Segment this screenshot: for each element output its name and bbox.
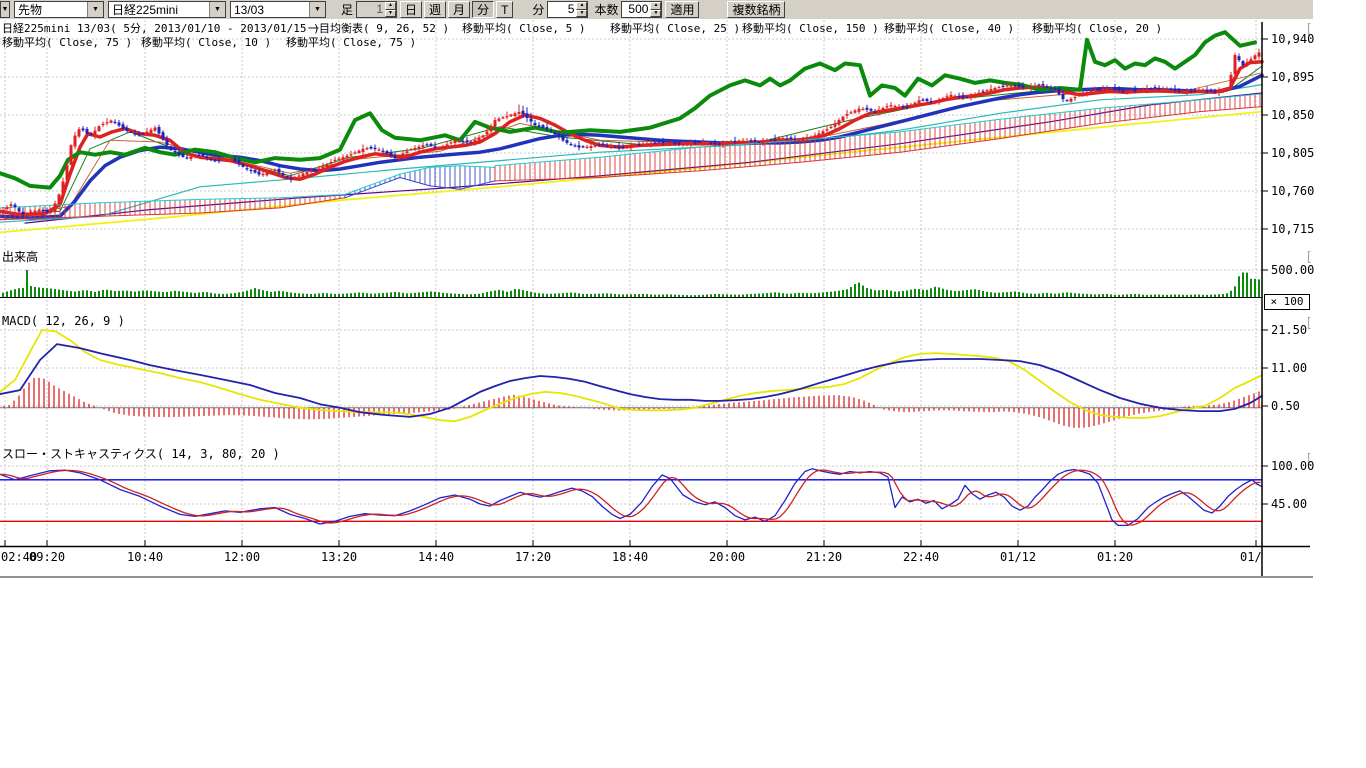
stochastics-pane [0,469,1262,526]
price-axis-tick-label: 10,805 [1271,147,1314,160]
legend-item: 日経225mini 13/03( 5分, 2013/01/10 - 2013/0… [2,22,320,35]
legend-item: 一目均衡表( 9, 26, 52 ) [308,22,449,35]
time-axis-tick-label: 17:20 [515,550,551,564]
macd-axis-tick-label: 11.00 [1271,362,1307,375]
volume-axis-tick-label: 500.00 [1271,264,1314,277]
ichimoku-cloud [0,94,1262,220]
price-axis-tick-label: 10,895 [1271,71,1314,84]
chart-application-window: ▼ 先物 ▼ 日経225mini ▼ 13/03 ▼ 足 1 ▲▼ 日週月分T … [0,0,1366,768]
legend-item: 移動平均( Close, 150 ) [742,22,879,35]
time-axis-tick-label: 21:20 [806,550,842,564]
macd-pane [0,330,1262,428]
macd-axis-tick-label: 21.50 [1271,324,1307,337]
time-axis-tick-label: 01/12 [1000,550,1036,564]
time-axis-tick-label: 20:00 [709,550,745,564]
legend-item: 移動平均( Close, 10 ) [141,36,271,49]
chart-canvas[interactable] [0,0,1366,585]
macd-pane-label: MACD( 12, 26, 9 ) [2,315,125,328]
time-axis-tick-label: 14:40 [418,550,454,564]
price-axis-tick-label: 10,760 [1271,185,1314,198]
macd-axis-tick-label: 0.50 [1271,400,1300,413]
time-axis-tick-label: 10:40 [127,550,163,564]
price-pane [0,32,1262,232]
legend-item: 移動平均( Close, 20 ) [1032,22,1162,35]
time-axis-tick-label: 01/15 [1240,550,1262,564]
legend-item: 移動平均( Close, 75 ) [2,36,132,49]
time-axis-tick-label: 18:40 [612,550,648,564]
axes-frame [0,22,1313,577]
stoch-axis-tick-label: 100.00 [1271,460,1314,473]
legend-item: 移動平均( Close, 25 ) [610,22,740,35]
price-axis-tick-label: 10,715 [1271,223,1314,236]
stoch-axis-tick-label: 45.00 [1271,498,1307,511]
time-axis-tick-label: 22:40 [903,550,939,564]
time-axis-tick-label: 01:20 [1097,550,1133,564]
legend-item: 移動平均( Close, 75 ) [286,36,416,49]
gridlines [0,20,1262,543]
time-axis-tick-label: 12:00 [224,550,260,564]
volume-pane [0,270,1262,298]
candlestick-series [2,49,1261,218]
volume-multiplier-badge: × 100 [1264,294,1310,310]
volume-pane-label: 出来高 [2,251,38,264]
price-axis-tick-label: 10,940 [1271,33,1314,46]
price-axis-tick-label: 10,850 [1271,109,1314,122]
time-axis-tick-label: 13:20 [321,550,357,564]
time-axis-tick-label: 09:20 [29,550,65,564]
legend-item: 移動平均( Close, 5 ) [462,22,585,35]
legend-item: 移動平均( Close, 40 ) [884,22,1014,35]
stochastics-pane-label: スロー・ストキャスティクス( 14, 3, 80, 20 ) [2,448,280,461]
